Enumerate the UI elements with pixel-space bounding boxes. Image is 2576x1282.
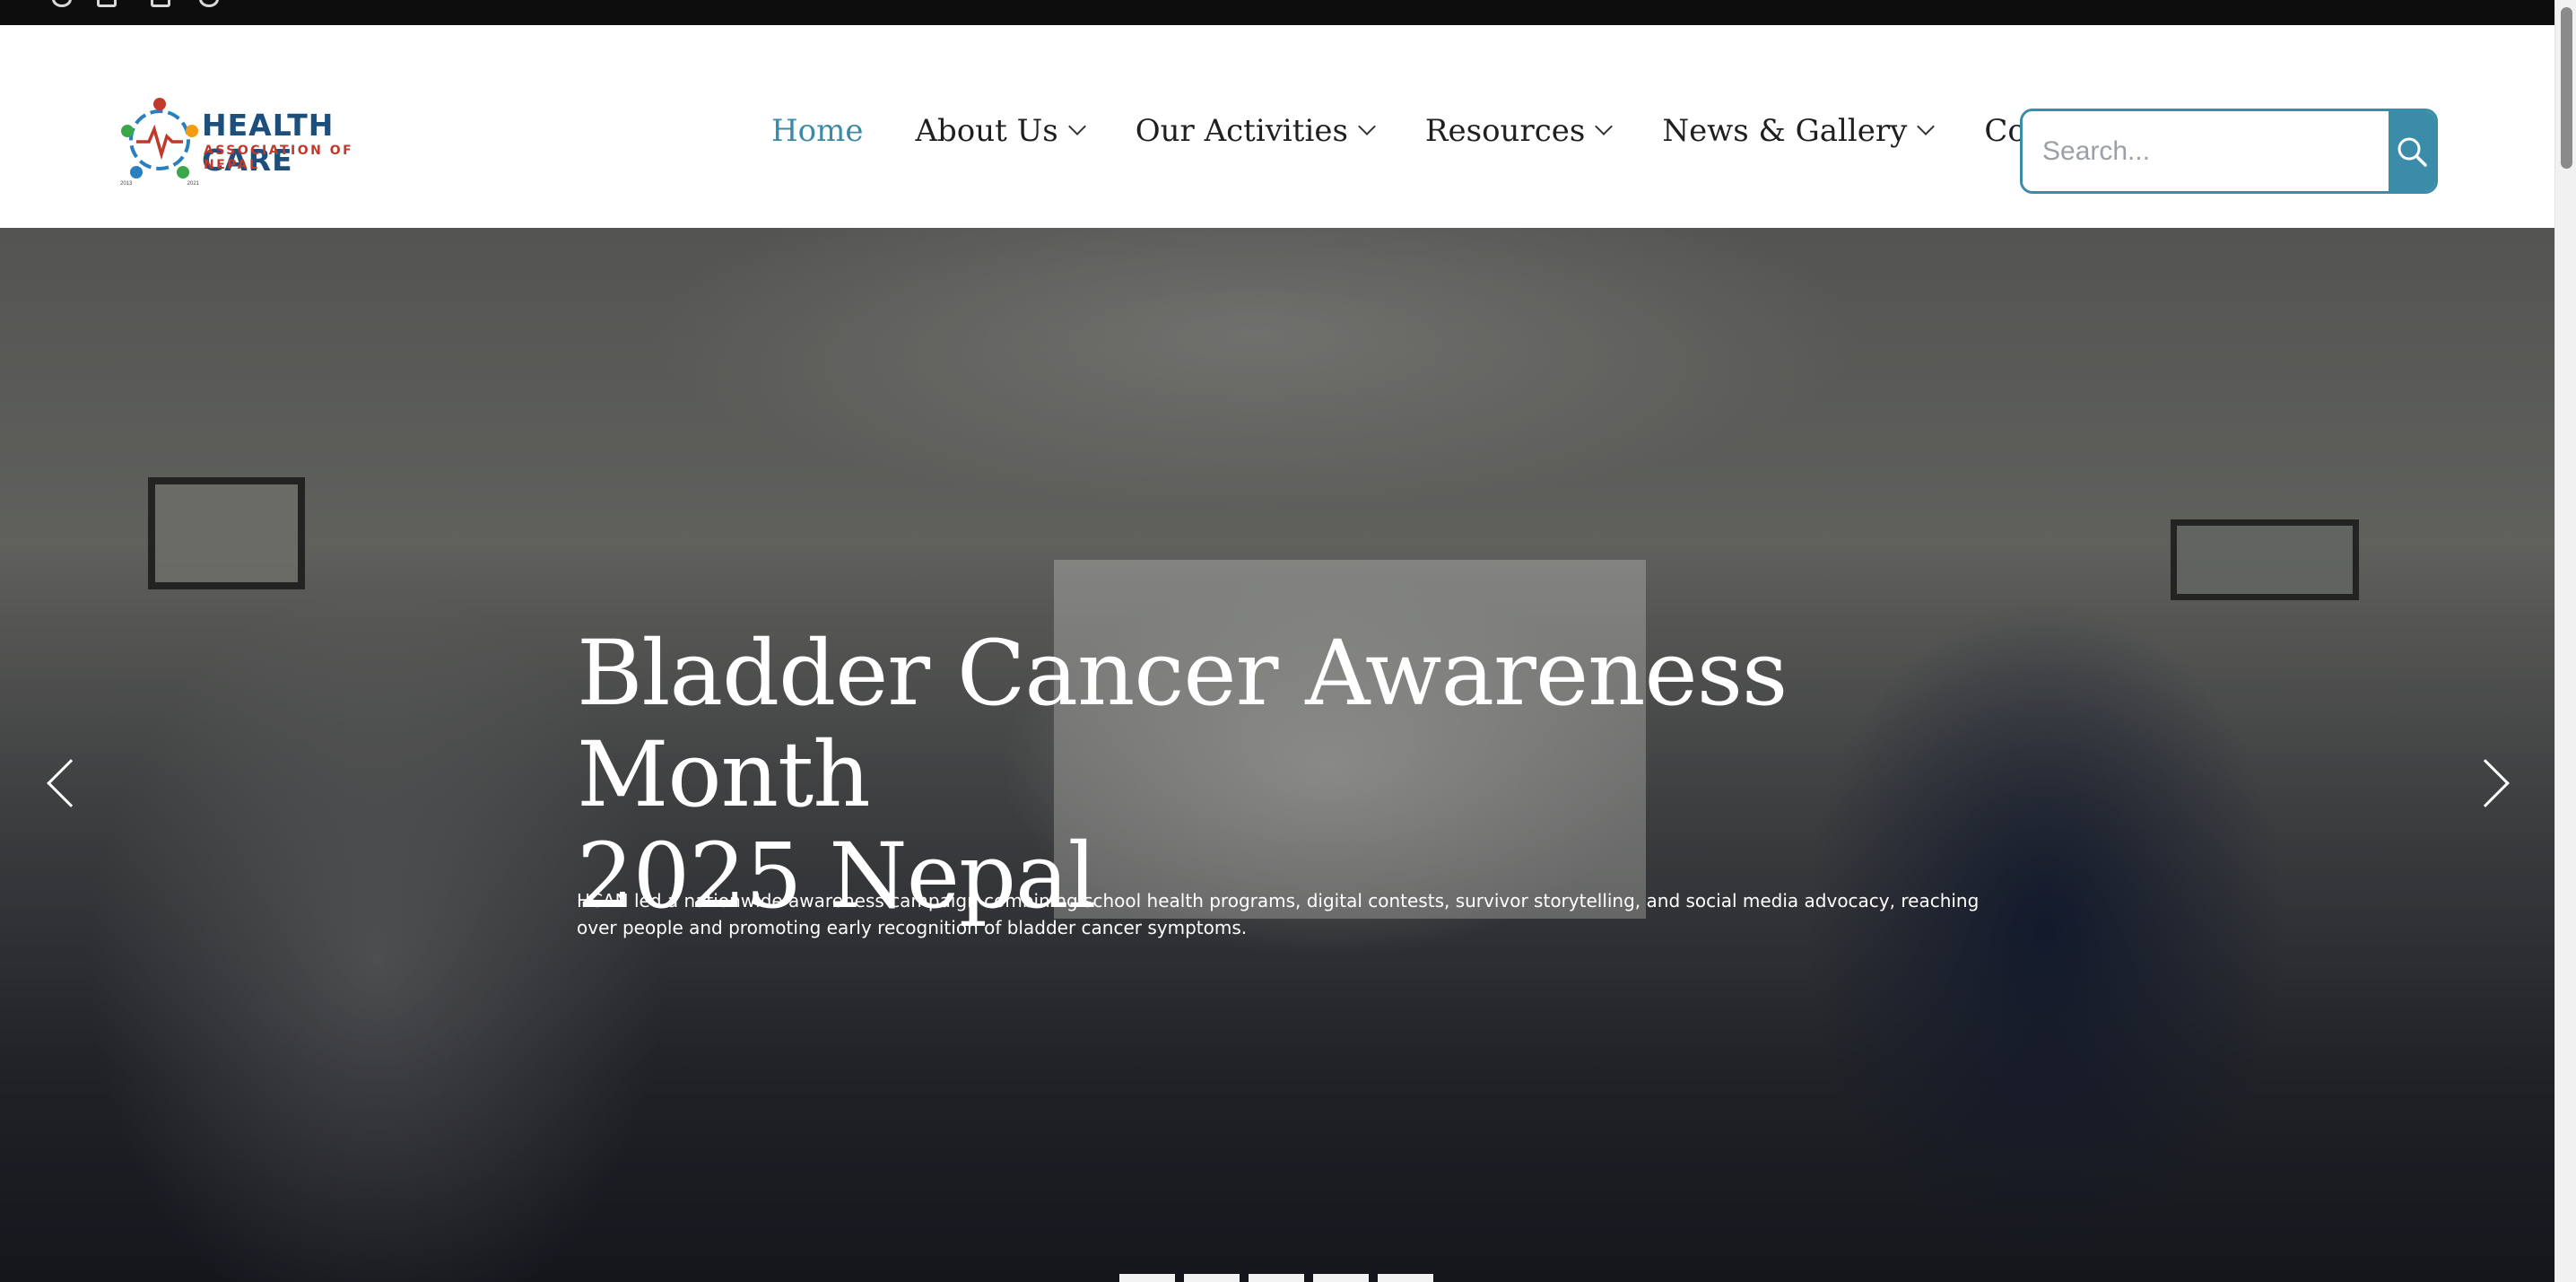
nav-our-activities-label: Our Activities (1135, 113, 1348, 149)
scrollbar-thumb[interactable] (2561, 7, 2572, 169)
slider-pagination (1119, 1274, 1442, 1282)
social-icon (199, 0, 219, 7)
slider-dot[interactable] (1378, 1274, 1433, 1282)
slider-dot[interactable] (1313, 1274, 1369, 1282)
main-nav: Home About Us Our Activities Resources N… (771, 104, 2105, 158)
slider-dot[interactable] (1184, 1274, 1240, 1282)
chevron-right-icon (2461, 759, 2510, 807)
slider-dot[interactable] (1119, 1274, 1175, 1282)
slider-dot[interactable] (1249, 1274, 1304, 1282)
nav-resources[interactable]: Resources (1424, 113, 1614, 149)
search-input[interactable] (2023, 111, 2389, 191)
hero-slider: Bladder Cancer Awareness Month 2025 Nepa… (0, 228, 2554, 1282)
top-bar (0, 0, 2554, 25)
nav-news-gallery-label: News & Gallery (1662, 113, 1908, 149)
hero-title-line1: Bladder Cancer Awareness Month (577, 621, 1788, 827)
chevron-down-icon (1067, 118, 1086, 135)
slider-prev-button[interactable] (38, 752, 95, 815)
nav-home[interactable]: Home (771, 113, 863, 149)
search-icon (2398, 137, 2427, 167)
hero-description: HCAN led a nationwide awareness campaign… (577, 890, 1980, 938)
chevron-left-icon (47, 759, 95, 807)
slider-next-button[interactable] (2461, 752, 2519, 815)
nav-resources-label: Resources (1424, 113, 1586, 149)
circle-icon (52, 0, 72, 7)
logo-years: 2013 2021 (120, 181, 199, 187)
logo-subtitle: ASSOCIATION OF NEPAL (204, 144, 354, 172)
nav-about-us[interactable]: About Us (915, 113, 1086, 149)
site-header: HEALTH CARE ASSOCIATION OF NEPAL 2013 20… (0, 25, 2554, 228)
hero-title: Bladder Cancer Awareness Month 2025 Nepa… (577, 623, 2012, 927)
square-icon (97, 0, 117, 7)
nav-home-label: Home (771, 113, 864, 149)
chevron-down-icon (1358, 118, 1376, 135)
nav-our-activities[interactable]: Our Activities (1135, 113, 1376, 149)
mail-icon (151, 0, 170, 7)
logo-year-right: 2021 (187, 181, 199, 187)
nav-news-gallery[interactable]: News & Gallery (1662, 113, 1936, 149)
page-scrollbar[interactable] (2554, 0, 2576, 1282)
chevron-down-icon (1917, 118, 1936, 135)
chevron-down-icon (1595, 118, 1614, 135)
nav-about-us-label: About Us (915, 113, 1058, 149)
search-button[interactable] (2389, 111, 2435, 191)
site-logo[interactable]: HEALTH CARE ASSOCIATION OF NEPAL 2013 20… (117, 88, 377, 196)
logo-emblem-icon (121, 98, 198, 179)
search-box (2020, 109, 2438, 194)
logo-year-left: 2013 (120, 181, 133, 187)
